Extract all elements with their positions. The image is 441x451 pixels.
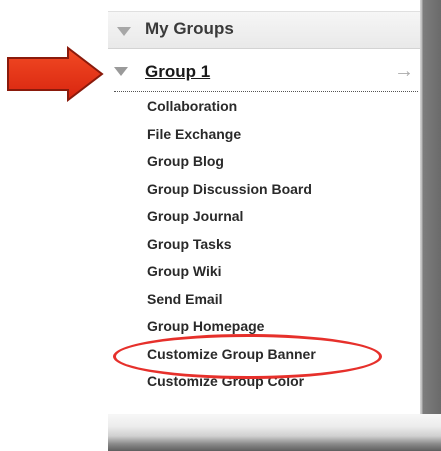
red-arrow-annotation bbox=[7, 46, 104, 102]
menu-item-group-wiki[interactable]: Group Wiki bbox=[147, 261, 316, 289]
menu-item-group-blog[interactable]: Group Blog bbox=[147, 151, 316, 179]
menu-item-group-tasks[interactable]: Group Tasks bbox=[147, 234, 316, 262]
group-collapse-triangle-icon[interactable] bbox=[114, 67, 128, 76]
panel-bottom-edge bbox=[108, 414, 441, 451]
right-arrow-icon[interactable]: → bbox=[394, 60, 414, 83]
screenshot-stage: My Groups Group 1 → Collaboration File E… bbox=[0, 0, 441, 451]
collapse-triangle-icon[interactable] bbox=[117, 27, 131, 36]
menu-item-file-exchange[interactable]: File Exchange bbox=[147, 124, 316, 152]
my-groups-title[interactable]: My Groups bbox=[145, 19, 234, 39]
menu-item-send-email[interactable]: Send Email bbox=[147, 289, 316, 317]
group-1-link[interactable]: Group 1 bbox=[145, 62, 210, 82]
menu-item-group-journal[interactable]: Group Journal bbox=[147, 206, 316, 234]
highlight-ellipse-annotation bbox=[113, 334, 382, 379]
panel-right-shadow bbox=[420, 0, 441, 451]
group-divider bbox=[114, 91, 418, 92]
menu-item-group-discussion-board[interactable]: Group Discussion Board bbox=[147, 179, 316, 207]
menu-item-collaboration[interactable]: Collaboration bbox=[147, 96, 316, 124]
